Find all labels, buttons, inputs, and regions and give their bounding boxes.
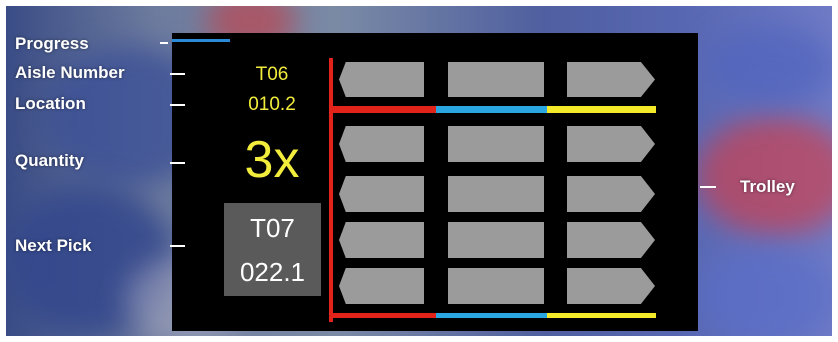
aisle-number-leader-line (170, 73, 185, 75)
trolley-slot-r3-c2 (448, 176, 544, 212)
next-pick-box: T07 022.1 (224, 203, 321, 296)
location-value: 010.2 (248, 94, 296, 115)
aisle-number-value: T06 (255, 64, 289, 85)
next-pick-location: 022.1 (239, 257, 306, 287)
next-pick-aisle: T07 (250, 213, 295, 243)
trolley-slot-r4-c2 (448, 222, 544, 258)
trolley-slot-r3-c3 (567, 176, 655, 212)
next-pick-label: Next Pick (15, 236, 92, 255)
trolley-slot-r2-c2 (448, 126, 544, 162)
trolley-bottom-separator-blue (436, 313, 547, 318)
trolley-leader-line (700, 186, 716, 188)
trolley-bottom-separator-yellow (547, 313, 656, 318)
trolley-label: Trolley (740, 177, 795, 196)
trolley-slot-r2-c1 (339, 126, 424, 162)
trolley-slot-r4-c1 (339, 222, 424, 258)
trolley-top-separator-blue (436, 106, 547, 113)
trolley-bottom-separator-red (329, 313, 436, 318)
trolley-slot-r2-c3 (567, 126, 655, 162)
trolley-slot-r5-c3 (567, 268, 655, 304)
trolley-vertical-bar (329, 58, 333, 322)
progress-bar (172, 39, 230, 42)
quantity-leader-line (170, 162, 185, 164)
trolley-slot-r5-c1 (339, 268, 424, 304)
trolley-slot-r5-c2 (448, 268, 544, 304)
stage: Progress Aisle Number Location Quantity … (0, 0, 838, 342)
trolley-top-separator-yellow (547, 106, 656, 113)
progress-label: Progress (15, 34, 89, 53)
trolley-top-separator-red (329, 106, 436, 113)
location-label: Location (15, 94, 86, 113)
quantity-value: 3x (244, 131, 300, 189)
progress-leader-line (160, 42, 168, 44)
location-leader-line (170, 104, 185, 106)
trolley-slot-r3-c1 (339, 176, 424, 212)
trolley-slot-r1-c1 (339, 62, 424, 97)
trolley-slot-r4-c3 (567, 222, 655, 258)
quantity-label: Quantity (15, 151, 84, 170)
aisle-number-label: Aisle Number (15, 63, 125, 82)
progress-fill (172, 39, 230, 42)
trolley-slot-r1-c2 (448, 62, 544, 97)
trolley-slot-r1-c3 (567, 62, 655, 97)
next-pick-leader-line (170, 245, 185, 247)
